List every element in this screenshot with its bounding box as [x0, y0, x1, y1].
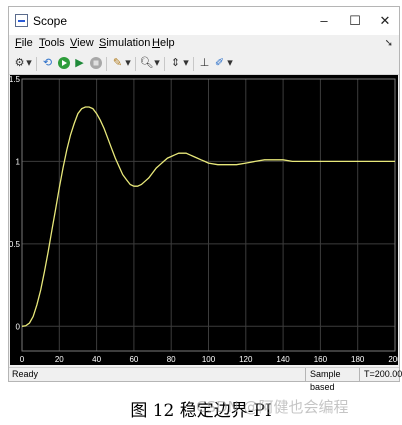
dropdown-icon[interactable]: ▾: [124, 56, 132, 71]
x-tick-label: 120: [239, 355, 253, 364]
stop-icon[interactable]: [88, 56, 103, 71]
status-mode: Sample based: [305, 368, 359, 392]
dropdown-icon[interactable]: ▾: [226, 56, 234, 71]
x-tick-label: 80: [167, 355, 176, 364]
x-tick-label: 140: [276, 355, 290, 364]
y-tick-label: 0.5: [10, 240, 21, 249]
x-tick-label: 40: [92, 355, 101, 364]
menu-help[interactable]: Help: [152, 37, 175, 49]
highlight-icon[interactable]: ✎: [110, 56, 125, 71]
dropdown-icon[interactable]: ▾: [153, 56, 161, 71]
fit-icon[interactable]: ⇕: [168, 56, 183, 71]
x-tick-label: 200: [388, 355, 398, 364]
dropdown-icon[interactable]: ▾: [25, 56, 33, 71]
cursor-icon[interactable]: ⊥: [197, 56, 212, 71]
scope-plot[interactable]: 0 20 40 60 80 100 120 140 160 180 200 0 0.5 1 1.5: [9, 75, 402, 365]
toolbar-separator: [193, 57, 194, 71]
scope-chart: 0 20 40 60 80 100 120 140 160 180 200 0 0.5 1 1.5: [9, 75, 402, 364]
menu-view[interactable]: View: [70, 37, 94, 49]
y-tick-label: 0: [16, 322, 21, 331]
undock-icon[interactable]: ➘: [385, 38, 393, 49]
x-tick-label: 0: [20, 355, 25, 364]
toolbar-separator: [135, 57, 136, 71]
scope-window: Scope – ☐ ✕ File Tools View Simulation H…: [8, 6, 402, 392]
style-icon[interactable]: ✐: [212, 56, 227, 71]
run-icon[interactable]: [56, 56, 71, 71]
toolbar-separator: [106, 57, 107, 71]
toolbar-separator: [36, 57, 37, 71]
y-tick-label: 1: [16, 157, 21, 166]
scope-app-icon: [15, 14, 28, 27]
menu-simulation[interactable]: Simulation: [99, 37, 150, 49]
x-tick-label: 100: [202, 355, 216, 364]
menu-file[interactable]: File: [15, 37, 33, 49]
status-bar: Ready Sample based T=200.000: [9, 367, 402, 392]
step-forward-icon[interactable]: ▶: [72, 56, 87, 71]
window-title: Scope: [33, 14, 68, 28]
y-tick-label: 1.5: [10, 75, 21, 84]
x-tick-label: 20: [55, 355, 64, 364]
x-tick-label: 180: [351, 355, 365, 364]
status-time: T=200.000: [359, 368, 402, 381]
minimize-button[interactable]: –: [309, 11, 339, 31]
toolbar-separator: [164, 57, 165, 71]
menu-tools[interactable]: Tools: [39, 37, 65, 49]
zoom-icon[interactable]: 🔍︎: [139, 56, 154, 71]
close-button[interactable]: ✕: [370, 11, 400, 31]
status-ready: Ready: [12, 369, 39, 379]
x-tick-label: 60: [129, 355, 138, 364]
dropdown-icon[interactable]: ▾: [182, 56, 190, 71]
title-bar[interactable]: Scope – ☐ ✕: [9, 7, 399, 35]
maximize-button[interactable]: ☐: [340, 11, 370, 31]
watermark: CSDN @阿健也会编程: [196, 398, 349, 416]
toolbar: ⚙ ▾ ⟲ ▶ ✎ ▾ 🔍︎ ▾ ⇕ ▾ ⊥ ✐ ▾: [9, 53, 399, 75]
x-tick-label: 160: [314, 355, 328, 364]
step-back-icon[interactable]: ⟲: [40, 56, 55, 71]
menu-bar: File Tools View Simulation Help ➘: [9, 35, 399, 53]
